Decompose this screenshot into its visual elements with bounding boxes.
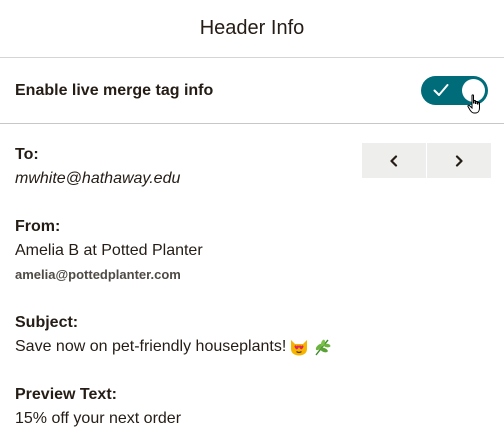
subject-value: Save now on pet-friendly houseplants!: [15, 338, 287, 355]
panel-header: Header Info: [0, 0, 504, 58]
live-merge-toggle-label: Enable live merge tag info: [15, 81, 214, 99]
recipient-nav: [362, 143, 491, 178]
subject-label: Subject:: [15, 314, 79, 331]
panel-title: Header Info: [199, 17, 305, 39]
heart-eyes-cat-emoji: [291, 340, 308, 356]
from-email: amelia@pottedplanter.com: [15, 267, 181, 282]
chevron-right-icon: [455, 154, 463, 167]
next-recipient-button[interactable]: [426, 143, 491, 178]
subject-line: Save now on pet-friendly houseplants!: [15, 338, 332, 356]
prev-recipient-button[interactable]: [362, 143, 426, 178]
checkmark-icon: [433, 84, 449, 96]
from-label: From:: [15, 218, 61, 235]
chevron-left-icon: [390, 154, 398, 167]
to-label: To:: [15, 146, 39, 163]
herb-emoji: [315, 339, 331, 356]
live-merge-toggle-row: Enable live merge tag info: [0, 58, 504, 124]
to-value: mwhite@hathaway.edu: [15, 170, 181, 187]
preview-text-value: 15% off your next order: [15, 410, 182, 427]
hand-cursor-icon: [467, 94, 480, 114]
preview-text-label: Preview Text:: [15, 386, 117, 403]
header-info-panel: Header Info Enable live merge tag info T…: [0, 0, 504, 445]
from-name: Amelia B at Potted Planter: [15, 242, 203, 259]
